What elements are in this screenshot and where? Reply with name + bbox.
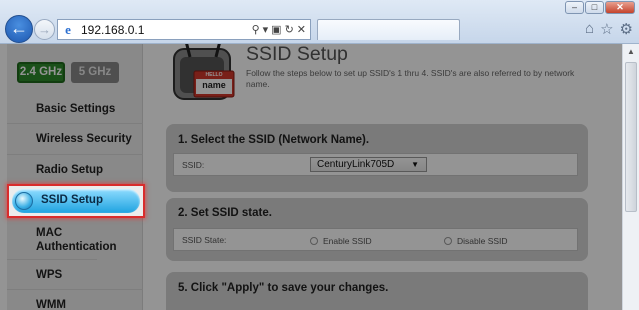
- dropdown-icon[interactable]: ▾: [263, 23, 269, 36]
- sidebar-item-basic-settings[interactable]: Basic Settings: [7, 94, 143, 124]
- sidebar-item-label: SSID Setup: [41, 194, 103, 206]
- vertical-scrollbar[interactable]: ▲: [622, 44, 639, 310]
- highlight-ssid-setup: SSID Setup: [7, 184, 145, 218]
- main-content: HELLO name SSID Setup Follow the steps b…: [151, 44, 622, 310]
- tools-gear-icon[interactable]: ⚙: [620, 20, 633, 38]
- search-icon[interactable]: ⚲: [252, 23, 260, 36]
- address-text[interactable]: 192.168.0.1: [81, 23, 252, 37]
- page-viewport: 2.4 GHz 5 GHz Basic Settings Wireless Se…: [0, 44, 622, 310]
- refresh-icon[interactable]: ↻: [285, 23, 294, 36]
- globe-icon: [15, 192, 33, 210]
- sidebar-item-wireless-security[interactable]: Wireless Security: [7, 124, 143, 155]
- band-2-4ghz-button[interactable]: 2.4 GHz: [17, 62, 65, 83]
- page-title: SSID Setup: [246, 44, 348, 65]
- section-apply: 5. Click "Apply" to save your changes.: [166, 272, 588, 310]
- sidebar-item-ssid-setup[interactable]: SSID Setup: [12, 189, 140, 213]
- disable-ssid-label: Disable SSID: [457, 236, 508, 246]
- disable-ssid-radio[interactable]: Disable SSID: [444, 236, 508, 246]
- ssid-select-value: CenturyLink705D: [317, 159, 395, 170]
- forward-button[interactable]: →: [34, 19, 55, 40]
- radio-circle-icon[interactable]: [310, 237, 318, 245]
- section-heading: 2. Set SSID state.: [178, 207, 272, 219]
- enable-ssid-radio[interactable]: Enable SSID: [310, 236, 372, 246]
- sidebar-item-radio-setup[interactable]: Radio Setup: [7, 155, 143, 185]
- ssid-state-label: SSID State:: [182, 235, 227, 245]
- scroll-up-icon[interactable]: ▲: [623, 44, 639, 60]
- ssid-state-row: SSID State: Enable SSID Disable SSID: [173, 228, 578, 251]
- sidebar-item-wps[interactable]: WPS: [7, 260, 143, 290]
- section-heading: 1. Select the SSID (Network Name).: [178, 134, 370, 146]
- back-button[interactable]: ←: [5, 15, 33, 43]
- section-ssid-state: 2. Set SSID state. SSID State: Enable SS…: [166, 198, 588, 261]
- router-badge-top: HELLO: [205, 72, 223, 78]
- radio-circle-icon[interactable]: [444, 237, 452, 245]
- stop-icon[interactable]: ✕: [297, 23, 306, 36]
- minimize-button[interactable]: –: [565, 1, 584, 14]
- address-bar[interactable]: e 192.168.0.1 ⚲ ▾ ▣ ↻ ✕: [57, 19, 311, 40]
- maximize-button[interactable]: □: [585, 1, 604, 14]
- band-5ghz-button[interactable]: 5 GHz: [71, 62, 119, 83]
- favorites-star-icon[interactable]: ☆: [600, 20, 613, 38]
- ssid-select[interactable]: CenturyLink705D ▼: [310, 157, 427, 172]
- home-icon[interactable]: ⌂: [585, 20, 594, 38]
- page-description: Follow the steps below to set up SSID's …: [246, 68, 575, 89]
- sidebar: 2.4 GHz 5 GHz Basic Settings Wireless Se…: [7, 44, 143, 310]
- lock-icon[interactable]: ▣: [271, 23, 281, 36]
- browser-tab[interactable]: [317, 19, 460, 40]
- section-select-ssid: 1. Select the SSID (Network Name). SSID:…: [166, 124, 588, 192]
- close-window-button[interactable]: ✕: [605, 1, 635, 14]
- browser-toolbar: – □ ✕ ← → e 192.168.0.1 ⚲ ▾ ▣ ↻ ✕ ⌂ ☆ ⚙: [0, 0, 639, 44]
- ie-page-icon: e: [65, 21, 71, 37]
- chevron-down-icon: ▼: [411, 160, 419, 169]
- ssid-row: SSID: CenturyLink705D ▼: [173, 153, 578, 176]
- sidebar-item-mac-authentication[interactable]: MAC Authentication: [7, 220, 117, 260]
- ssid-label: SSID:: [182, 160, 205, 170]
- section-heading: 5. Click "Apply" to save your changes.: [178, 282, 389, 294]
- enable-ssid-label: Enable SSID: [323, 236, 372, 246]
- window-controls: – □ ✕: [565, 1, 635, 14]
- scrollbar-thumb[interactable]: [625, 62, 637, 212]
- router-badge-bottom: name: [202, 80, 226, 90]
- sidebar-item-wmm[interactable]: WMM: [7, 290, 143, 310]
